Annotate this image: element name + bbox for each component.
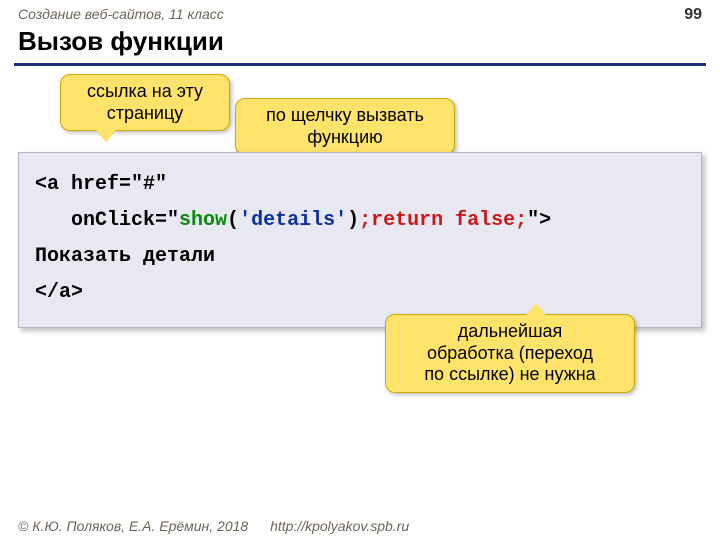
page-number: 99 <box>684 6 702 24</box>
code-line-4: </a> <box>35 281 83 304</box>
copyright: © К.Ю. Поляков, Е.А. Ерёмин, 2018 <box>18 518 248 534</box>
callout-link-self: ссылка на эту страницу <box>60 74 230 131</box>
tok-show: show <box>179 209 227 232</box>
slide-footer: © К.Ю. Поляков, Е.А. Ерёмин, 2018 http:/… <box>0 518 720 534</box>
callout-return-false: дальнейшая обработка (переход по ссылке)… <box>385 314 635 393</box>
code-indent: onClick=" <box>35 209 179 232</box>
course-label: Создание веб-сайтов, 11 класс <box>18 6 224 22</box>
slide-header: Создание веб-сайтов, 11 класс 99 <box>0 0 720 26</box>
slide-title: Вызов функции <box>0 26 720 63</box>
tok-return-false: return false <box>371 209 515 232</box>
slide-content: ссылка на эту страницу по щелчку вызвать… <box>0 66 720 496</box>
footer-url: http://kpolyakov.spb.ru <box>270 518 409 534</box>
code-line-3: Показать детали <box>35 245 215 268</box>
callout-onclick: по щелчку вызвать функцию <box>235 98 455 155</box>
code-block: <a href="#" onClick="show('details');ret… <box>18 152 702 328</box>
code-line-1: <a href="#" <box>35 173 167 196</box>
tok-arg: 'details' <box>239 209 347 232</box>
